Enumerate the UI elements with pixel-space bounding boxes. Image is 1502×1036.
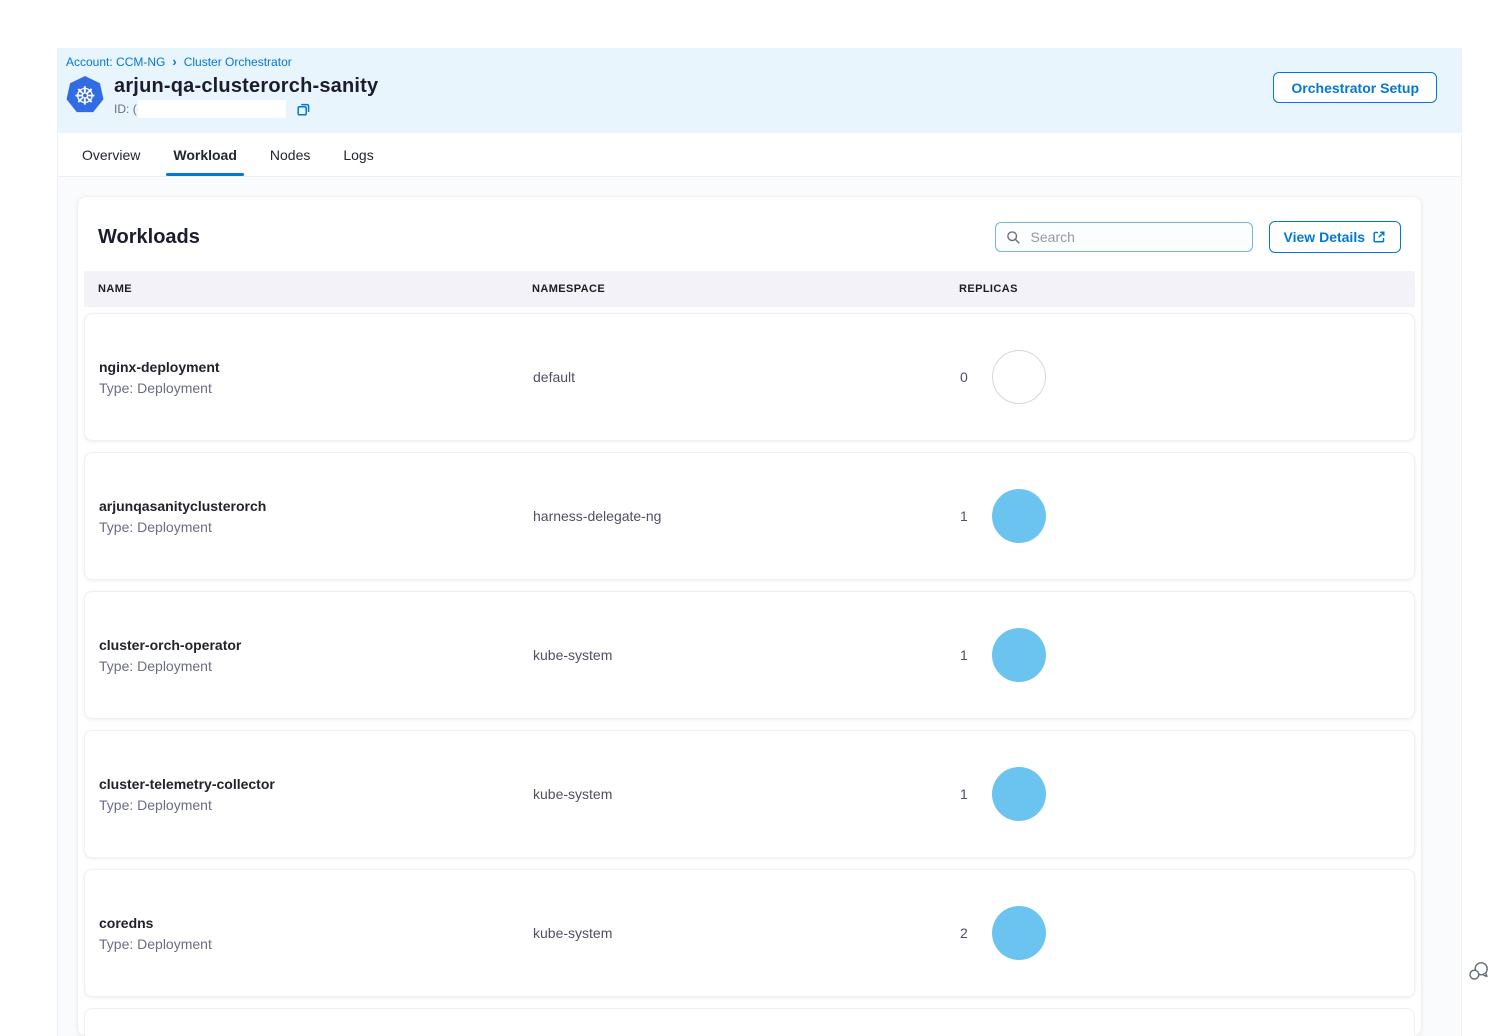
view-details-button[interactable]: View Details bbox=[1269, 221, 1401, 253]
kubernetes-icon: ☸ bbox=[66, 76, 104, 114]
workload-type: Type: Deployment bbox=[99, 658, 533, 674]
workload-row[interactable]: cluster-telemetry-collector Type: Deploy… bbox=[84, 730, 1415, 858]
workload-type: Type: Deployment bbox=[99, 797, 533, 813]
page-title: arjun-qa-clusterorch-sanity bbox=[114, 74, 378, 98]
workload-row[interactable]: arjunqasanityclusterorch Type: Deploymen… bbox=[84, 452, 1415, 580]
workloads-card: Workloads View Details bbox=[78, 197, 1421, 1036]
app-frame: Account: CCM-NG › Cluster Orchestrator ☸… bbox=[57, 48, 1462, 1036]
tab-logs[interactable]: Logs bbox=[343, 133, 373, 176]
replica-status-circle bbox=[992, 350, 1046, 404]
breadcrumb-separator-icon: › bbox=[172, 55, 176, 68]
column-header-replicas: REPLICAS bbox=[959, 283, 1415, 295]
copy-icon[interactable] bbox=[296, 102, 311, 117]
replica-count: 1 bbox=[960, 786, 968, 802]
workload-replicas-cell: 1 bbox=[960, 628, 1414, 682]
workload-name: nginx-deployment bbox=[99, 359, 533, 375]
column-header-namespace: NAMESPACE bbox=[532, 283, 959, 295]
workload-name-cell: cluster-orch-operator Type: Deployment bbox=[99, 637, 533, 674]
replica-status-circle bbox=[992, 628, 1046, 682]
workload-replicas-cell: 1 bbox=[960, 767, 1414, 821]
replica-count: 1 bbox=[960, 647, 968, 663]
replica-status-circle bbox=[992, 906, 1046, 960]
workload-row[interactable]: cluster-orch-operator Type: Deployment k… bbox=[84, 591, 1415, 719]
replica-count: 0 bbox=[960, 369, 968, 385]
workload-name-cell: arjunqasanityclusterorch Type: Deploymen… bbox=[99, 498, 533, 535]
breadcrumb-account-link[interactable]: Account: CCM-NG bbox=[66, 55, 165, 69]
workload-name: coredns bbox=[99, 915, 533, 931]
workload-name-cell: coredns Type: Deployment bbox=[99, 915, 533, 952]
workloads-actions: View Details bbox=[995, 221, 1401, 253]
replica-count: 1 bbox=[960, 508, 968, 524]
workload-name: cluster-orch-operator bbox=[99, 637, 533, 653]
replica-count: 2 bbox=[960, 925, 968, 941]
search-box[interactable] bbox=[995, 222, 1253, 252]
orchestrator-setup-button[interactable]: Orchestrator Setup bbox=[1273, 72, 1437, 103]
breadcrumb: Account: CCM-NG › Cluster Orchestrator bbox=[66, 55, 1437, 69]
workload-type: Type: Deployment bbox=[99, 936, 533, 952]
workload-replicas-cell: 2 bbox=[960, 906, 1414, 960]
workload-namespace: default bbox=[533, 369, 960, 385]
cluster-id-line: ID: ( bbox=[114, 100, 378, 118]
view-details-label: View Details bbox=[1284, 229, 1365, 245]
cluster-id-redacted bbox=[138, 100, 286, 118]
workload-row-partial[interactable] bbox=[84, 1008, 1415, 1036]
tab-nodes[interactable]: Nodes bbox=[270, 133, 310, 176]
replica-status-circle bbox=[992, 489, 1046, 543]
chat-bubbles-icon[interactable] bbox=[1468, 960, 1492, 984]
cluster-id-partial: ( bbox=[133, 102, 137, 116]
svg-text:☸: ☸ bbox=[74, 83, 96, 111]
breadcrumb-section-link[interactable]: Cluster Orchestrator bbox=[184, 55, 292, 69]
workload-namespace: kube-system bbox=[533, 786, 960, 802]
workload-row[interactable]: coredns Type: Deployment kube-system 2 bbox=[84, 869, 1415, 997]
workload-replicas-cell: 1 bbox=[960, 489, 1414, 543]
tab-workload[interactable]: Workload bbox=[173, 133, 237, 176]
workloads-title: Workloads bbox=[98, 226, 200, 249]
workload-name-cell: nginx-deployment Type: Deployment bbox=[99, 359, 533, 396]
tab-overview[interactable]: Overview bbox=[82, 133, 140, 176]
workload-name: arjunqasanityclusterorch bbox=[99, 498, 533, 514]
workload-name-cell: cluster-telemetry-collector Type: Deploy… bbox=[99, 776, 533, 813]
content-area: Workloads View Details bbox=[58, 177, 1461, 1036]
cluster-title-block: arjun-qa-clusterorch-sanity ID: ( bbox=[114, 74, 378, 118]
search-input[interactable] bbox=[1029, 228, 1242, 246]
cluster-id-label: ID: bbox=[114, 102, 129, 116]
workload-row[interactable]: nginx-deployment Type: Deployment defaul… bbox=[84, 313, 1415, 441]
column-header-name: NAME bbox=[98, 283, 532, 295]
replica-status-circle bbox=[992, 767, 1046, 821]
workload-name: cluster-telemetry-collector bbox=[99, 776, 533, 792]
tab-bar: Overview Workload Nodes Logs bbox=[58, 133, 1461, 177]
cluster-title-row: ☸ arjun-qa-clusterorch-sanity ID: ( bbox=[66, 74, 1437, 118]
workload-rows: nginx-deployment Type: Deployment defaul… bbox=[84, 313, 1415, 997]
workload-replicas-cell: 0 bbox=[960, 350, 1414, 404]
workload-type: Type: Deployment bbox=[99, 519, 533, 535]
search-icon bbox=[1006, 230, 1021, 245]
workloads-card-header: Workloads View Details bbox=[98, 221, 1401, 253]
external-link-icon bbox=[1372, 230, 1386, 244]
workload-type: Type: Deployment bbox=[99, 380, 533, 396]
workload-namespace: kube-system bbox=[533, 647, 960, 663]
workload-namespace: harness-delegate-ng bbox=[533, 508, 960, 524]
cluster-header: Account: CCM-NG › Cluster Orchestrator ☸… bbox=[58, 48, 1461, 133]
table-header: NAME NAMESPACE REPLICAS bbox=[84, 271, 1415, 307]
workload-namespace: kube-system bbox=[533, 925, 960, 941]
